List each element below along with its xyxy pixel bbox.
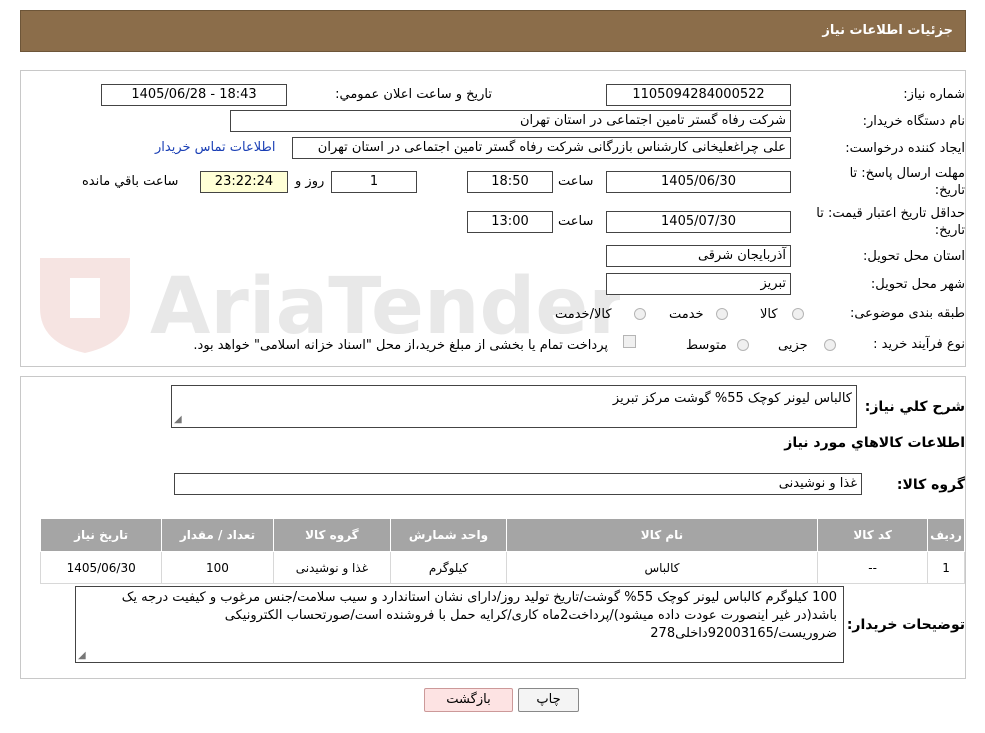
cell-goods-name: کالباس xyxy=(505,551,819,584)
description-resize-grip-icon[interactable]: ◢ xyxy=(174,414,182,425)
need-number-field: 1105094284000522 xyxy=(606,84,791,106)
buyer-contact-link[interactable]: اطلاعات تماس خریدار xyxy=(155,140,275,155)
goods-info-title: اطلاعات کالاهاي مورد نياز xyxy=(784,435,965,451)
col-unit: واحد شمارش xyxy=(390,518,507,552)
process-medium-radio[interactable] xyxy=(737,339,749,351)
cell-row-number: 1 xyxy=(927,551,965,584)
validity-label: حداقل تاریخ اعتبار قیمت: تا xyxy=(816,206,965,221)
process-minor-label: جزیی xyxy=(778,338,808,353)
buyer-notes-field: 100 کیلوگرم کالباس لیونر کوچک 55% گوشت/ت… xyxy=(75,586,844,663)
table-header-row: رديف کد کالا نام کالا واحد شمارش گروه کا… xyxy=(39,518,965,552)
buyer-org-field: شرکت رفاه گستر تامین اجتماعی در استان ته… xyxy=(230,110,791,132)
col-need-date: تاريخ نياز xyxy=(39,518,163,552)
description-field: کالباس لیونر کوچک 55% گوشت مرکز تبریز xyxy=(171,385,857,428)
cell-need-date: 1405/06/30 xyxy=(39,551,163,584)
city-label: شهر محل تحویل: xyxy=(870,277,965,292)
deadline-time-field: 18:50 xyxy=(467,171,553,193)
category-goods-radio[interactable] xyxy=(792,308,804,320)
category-service-radio[interactable] xyxy=(716,308,728,320)
creator-label: ایجاد کننده درخواست: xyxy=(845,141,965,156)
buyer-org-label: نام دستگاه خریدار: xyxy=(862,114,965,129)
buyer-notes-label: توضیحات خریدار: xyxy=(846,617,965,633)
province-label: استان محل تحویل: xyxy=(863,249,965,264)
col-quantity: تعداد / مقدار xyxy=(161,518,274,552)
announce-datetime-label: تاریخ و ساعت اعلان عمومي: xyxy=(335,87,492,102)
category-service-label: خدمت xyxy=(669,307,704,322)
province-field: آذربایجان شرقی xyxy=(606,245,791,267)
deadline-label-cont: تاریخ: xyxy=(934,183,965,198)
creator-field: علی چراغعلیخانی کارشناس بازرگانی شرکت رف… xyxy=(292,137,791,159)
days-label: روز و xyxy=(295,174,325,189)
time-remaining-field: 23:22:24 xyxy=(200,171,288,193)
validity-date-field: 1405/07/30 xyxy=(606,211,791,233)
goods-group-field: غذا و نوشیدنی xyxy=(174,473,862,495)
description-label: شرح کلي نياز: xyxy=(864,399,965,415)
col-goods-code: کد کالا xyxy=(817,518,929,552)
cell-goods-code: -- xyxy=(817,551,929,584)
goods-table: رديف کد کالا نام کالا واحد شمارش گروه کا… xyxy=(39,518,965,584)
cell-goods-group: غذا و نوشیدنی xyxy=(272,551,392,584)
cell-quantity: 100 xyxy=(161,551,274,584)
time-remaining-label: ساعت باقي مانده xyxy=(82,174,179,189)
cell-unit: کیلوگرم xyxy=(390,551,507,584)
validity-label-cont: تاریخ: xyxy=(934,223,965,238)
notes-resize-grip-icon[interactable]: ◢ xyxy=(78,650,86,661)
goods-group-label: گروه کالا: xyxy=(896,477,965,493)
days-remaining-field: 1 xyxy=(331,171,417,193)
print-button[interactable]: چاپ xyxy=(518,688,579,712)
announce-datetime-field: 1405/06/28 - 18:43 xyxy=(101,84,287,106)
page-header: جزئیات اطلاعات نیاز xyxy=(20,10,966,52)
deadline-date-field: 1405/06/30 xyxy=(606,171,791,193)
col-goods-name: نام کالا xyxy=(505,518,819,552)
treasury-payment-label: پرداخت تمام یا بخشی از مبلغ خرید،از محل … xyxy=(193,338,608,353)
validity-time-label: ساعت xyxy=(558,214,594,229)
process-medium-label: متوسط xyxy=(686,338,727,353)
category-goods-label: کالا xyxy=(760,307,778,322)
need-number-label: شماره نیاز: xyxy=(903,87,965,102)
city-field: تبریز xyxy=(606,273,791,295)
validity-time-field: 13:00 xyxy=(467,211,553,233)
deadline-time-label: ساعت xyxy=(558,174,594,189)
process-type-label: نوع فرآیند خرید : xyxy=(873,337,965,352)
process-minor-radio[interactable] xyxy=(824,339,836,351)
col-row-number: رديف xyxy=(927,518,965,552)
category-label: طبقه بندی موضوعی: xyxy=(849,306,965,321)
category-goods-service-label: کالا/خدمت xyxy=(555,307,612,322)
category-goods-service-radio[interactable] xyxy=(634,308,646,320)
treasury-payment-checkbox[interactable] xyxy=(623,335,636,348)
back-button[interactable]: بازگشت xyxy=(424,688,513,712)
col-goods-group: گروه کالا xyxy=(272,518,392,552)
page-title: جزئیات اطلاعات نیاز xyxy=(822,23,953,38)
table-row: 1 -- کالباس کیلوگرم غذا و نوشیدنی 100 14… xyxy=(39,551,965,584)
deadline-label: مهلت ارسال پاسخ: تا xyxy=(849,166,965,181)
